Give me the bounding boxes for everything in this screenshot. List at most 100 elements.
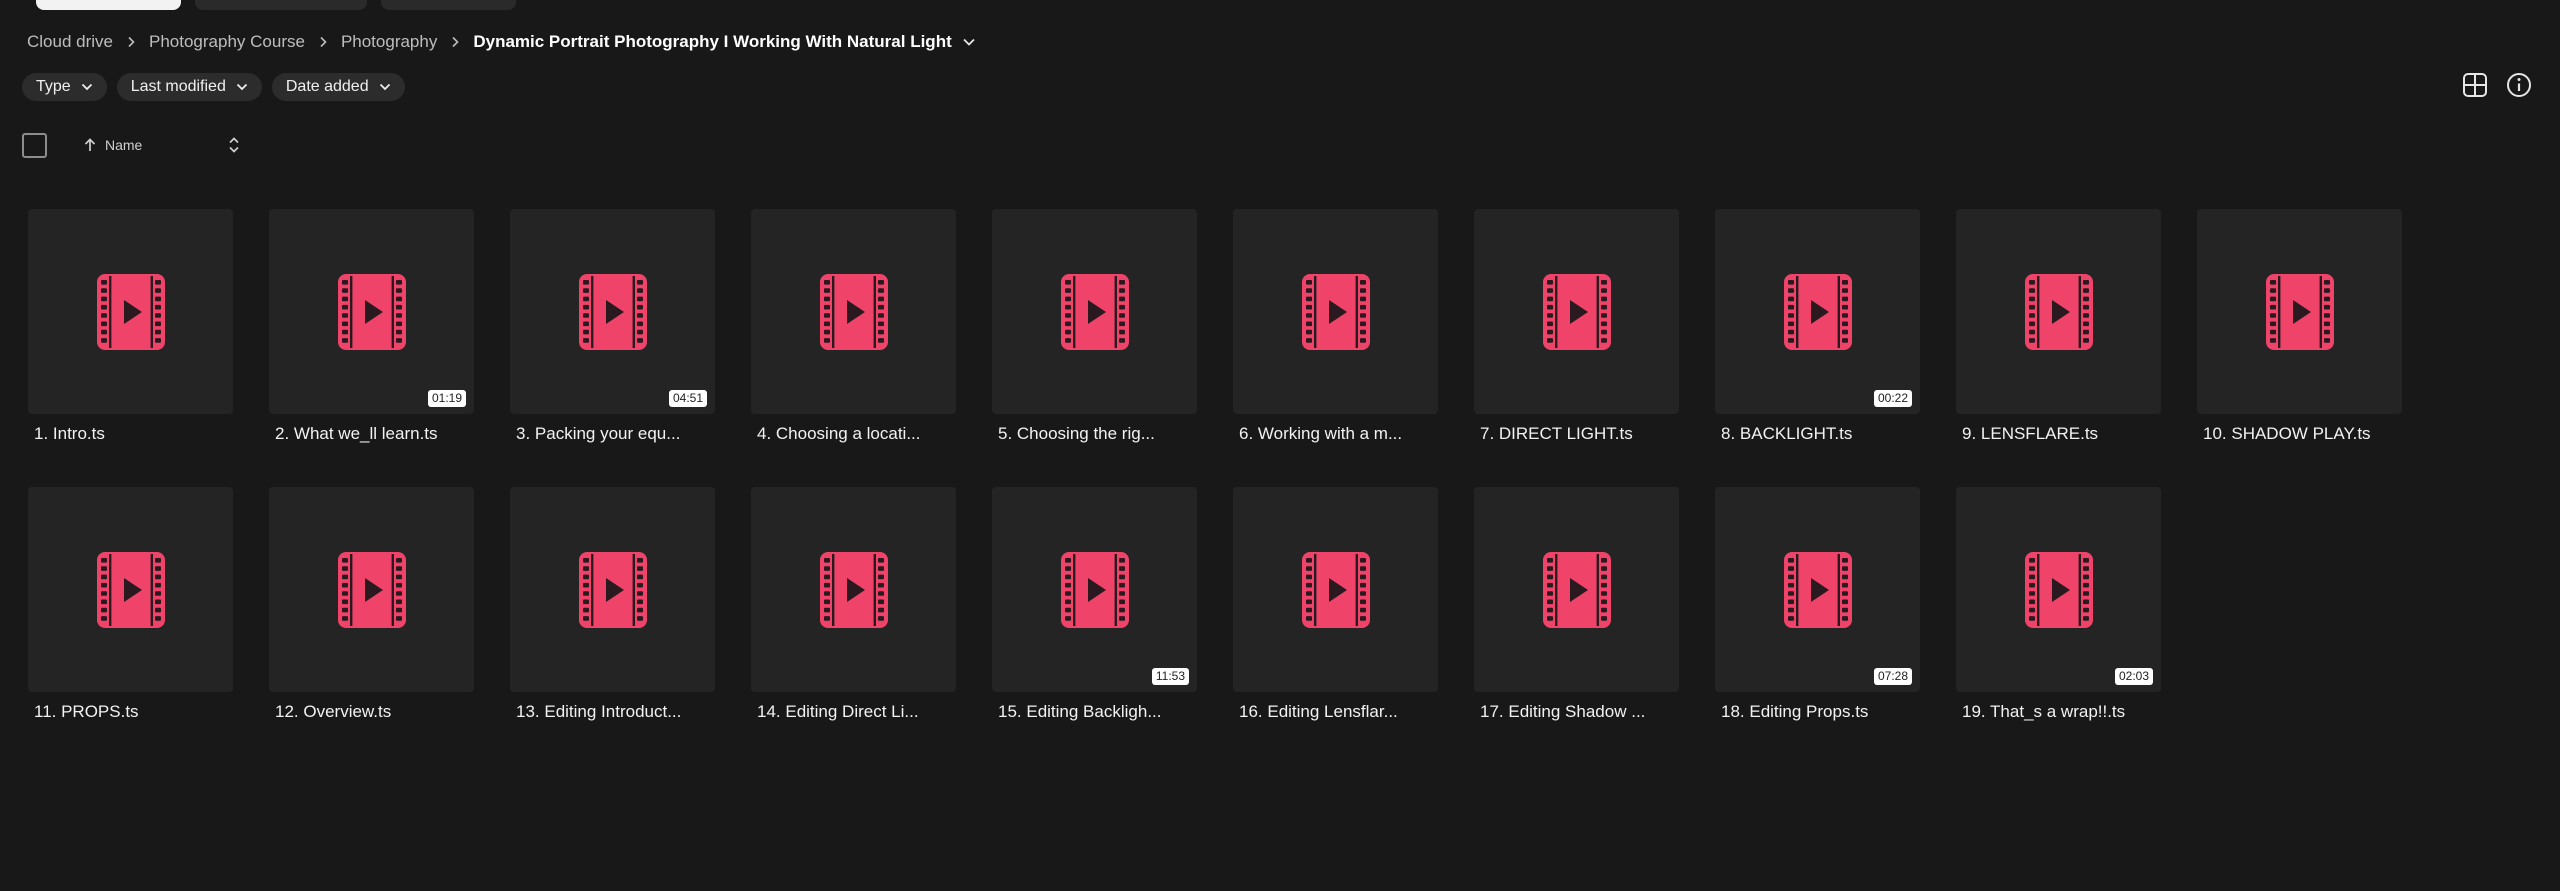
file-thumbnail [510,487,715,692]
video-file-icon [2024,551,2093,628]
video-file-icon [1783,551,1852,628]
sort-row: Name [22,131,240,159]
video-file-icon [1542,273,1611,350]
breadcrumb-cloud-drive[interactable]: Cloud drive [27,32,113,52]
video-file-icon [819,273,888,350]
file-name: 9. LENSFLARE.ts [1962,424,2099,443]
chevron-right-icon [113,36,149,48]
file-name: 15. Editing Backligh... [998,702,1162,721]
video-file-icon [96,273,165,350]
file-thumbnail: 00:22 [1715,209,1920,414]
breadcrumb-photography[interactable]: Photography [341,32,437,52]
file-thumbnail: 07:28 [1715,487,1920,692]
top-tab-3[interactable] [381,0,516,10]
file-tile[interactable]: 07:28 18. Editing Props.ts [1715,487,1920,765]
file-tile[interactable]: 14. Editing Direct Li... [751,487,956,765]
file-tile[interactable]: 17. Editing Shadow ... [1474,487,1679,765]
video-file-icon [578,551,647,628]
video-file-icon [2024,273,2093,350]
video-duration-badge: 02:03 [2114,668,2153,685]
file-name: 19. That_s a wrap!!.ts [1962,702,2126,721]
top-tabs [36,0,516,10]
date-added-filter-button[interactable]: Date added [271,73,405,101]
top-tab-active[interactable] [36,0,181,10]
file-thumbnail: 01:19 [269,209,474,414]
file-name: 17. Editing Shadow ... [1480,702,1646,721]
file-thumbnail [1233,487,1438,692]
file-tile[interactable]: 02:03 19. That_s a wrap!!.ts [1956,487,2161,765]
file-thumbnail [2197,209,2402,414]
file-tile[interactable]: 16. Editing Lensflar... [1233,487,1438,765]
file-tile[interactable]: 11. PROPS.ts [28,487,233,765]
file-tile[interactable]: 5. Choosing the rig... [992,209,1197,487]
video-file-icon [337,551,406,628]
video-file-icon [1542,551,1611,628]
file-thumbnail: 11:53 [992,487,1197,692]
breadcrumb-current-folder[interactable]: Dynamic Portrait Photography I Working W… [473,32,951,52]
video-duration-badge: 01:19 [427,390,466,407]
file-name: 10. SHADOW PLAY.ts [2203,424,2371,443]
video-file-icon [819,551,888,628]
video-file-icon [1301,551,1370,628]
file-tile[interactable]: 7. DIRECT LIGHT.ts [1474,209,1679,487]
file-tile[interactable]: 1. Intro.ts [28,209,233,487]
view-tools [2461,71,2533,99]
file-name: 13. Editing Introduct... [516,702,682,721]
file-tile[interactable]: 13. Editing Introduct... [510,487,715,765]
file-name: 3. Packing your equ... [516,424,681,443]
video-duration-badge: 00:22 [1873,390,1912,407]
top-tab-2[interactable] [195,0,367,10]
file-tile[interactable]: 04:51 3. Packing your equ... [510,209,715,487]
video-file-icon [1783,273,1852,350]
file-tile[interactable]: 12. Overview.ts [269,487,474,765]
arrow-up-icon[interactable] [83,137,97,153]
video-file-icon [1301,273,1370,350]
breadcrumb: Cloud drive Photography Course Photograp… [27,30,976,54]
file-name: 18. Editing Props.ts [1721,702,1869,721]
file-thumbnail [992,209,1197,414]
type-filter-button[interactable]: Type [22,73,107,101]
breadcrumb-photography-course[interactable]: Photography Course [149,32,305,52]
chevron-right-icon [305,36,341,48]
last-modified-filter-label: Last modified [130,78,226,95]
file-thumbnail [1233,209,1438,414]
chevron-down-icon [379,83,390,91]
chevron-down-icon[interactable] [962,37,976,47]
file-tile[interactable]: 9. LENSFLARE.ts [1956,209,2161,487]
file-name: 12. Overview.ts [275,702,392,721]
file-tile[interactable]: 11:53 15. Editing Backligh... [992,487,1197,765]
file-name: 6. Working with a m... [1239,424,1403,443]
video-file-icon [2265,273,2334,350]
video-file-icon [1060,273,1129,350]
file-tile[interactable]: 01:19 2. What we_ll learn.ts [269,209,474,487]
select-all-checkbox[interactable] [22,132,47,158]
file-thumbnail [1474,209,1679,414]
chevron-down-icon [236,83,247,91]
file-thumbnail [28,209,233,414]
filter-bar: Type Last modified Date added [22,73,405,101]
chevron-down-icon [81,83,92,91]
file-thumbnail: 02:03 [1956,487,2161,692]
file-grid: 1. Intro.ts 01:19 2. What we_ll learn.ts 04… [28,209,2402,765]
file-thumbnail [1474,487,1679,692]
file-thumbnail [28,487,233,692]
info-icon[interactable] [2505,71,2533,99]
file-tile[interactable]: 6. Working with a m... [1233,209,1438,487]
file-thumbnail [1956,209,2161,414]
file-name: 7. DIRECT LIGHT.ts [1480,424,1633,443]
chevron-right-icon [437,36,473,48]
file-name: 4. Choosing a locati... [757,424,921,443]
file-tile[interactable]: 10. SHADOW PLAY.ts [2197,209,2402,487]
last-modified-filter-button[interactable]: Last modified [116,73,262,101]
file-tile[interactable]: 00:22 8. BACKLIGHT.ts [1715,209,1920,487]
sort-column-label[interactable]: Name [105,137,142,153]
file-name: 8. BACKLIGHT.ts [1721,424,1853,443]
video-file-icon [96,551,165,628]
sort-order-icon[interactable] [228,136,240,154]
video-file-icon [337,273,406,350]
file-thumbnail: 04:51 [510,209,715,414]
file-thumbnail [751,487,956,692]
file-tile[interactable]: 4. Choosing a locati... [751,209,956,487]
file-name: 11. PROPS.ts [34,702,139,721]
grid-view-icon[interactable] [2461,71,2489,99]
